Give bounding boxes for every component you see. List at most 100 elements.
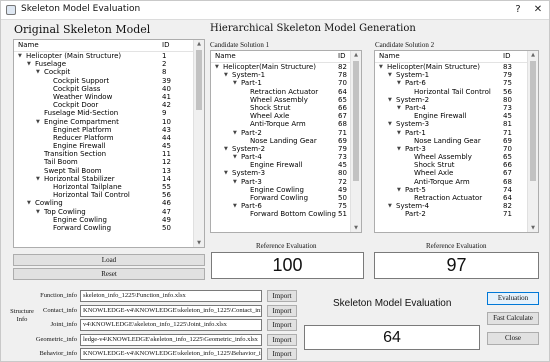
expand-chevron-icon[interactable]: ▼ (388, 202, 392, 210)
tree-row[interactable]: Shock Strut 66 (375, 161, 528, 169)
expand-chevron-icon[interactable]: ▼ (388, 96, 392, 104)
import-button[interactable]: Import (267, 290, 297, 302)
tree-row[interactable]: Wheel Axle 67 (211, 112, 351, 120)
tree-row[interactable]: Enginet Platform 43 (14, 126, 194, 134)
col-id-header[interactable]: ID (338, 52, 345, 60)
expand-chevron-icon[interactable]: ▼ (233, 202, 237, 210)
tree-row[interactable]: Cockpit Glass 40 (14, 85, 194, 93)
scroll-up-icon[interactable]: ▲ (194, 41, 204, 47)
tree-row[interactable]: Engine Firewall 45 (211, 161, 351, 169)
tree-row[interactable]: ▼ Part-1 71 (375, 129, 528, 137)
tree-row[interactable]: ▼ System-2 79 (211, 145, 351, 153)
scroll-down-icon[interactable]: ▼ (194, 240, 204, 246)
tree-row[interactable]: Shock Strut 66 (211, 104, 351, 112)
expand-chevron-icon[interactable]: ▼ (27, 60, 31, 68)
tree-row[interactable]: Engine Cowling 49 (211, 186, 351, 194)
tree-scrollbar[interactable]: ▲ ▼ (193, 40, 204, 247)
scroll-thumb[interactable] (196, 50, 202, 110)
tree-row[interactable]: ▼ Top Cowling 47 (14, 208, 194, 216)
tree-row[interactable]: Reducer Platform 44 (14, 134, 194, 142)
scroll-up-icon[interactable]: ▲ (528, 52, 538, 58)
tree-row[interactable]: ▼ Part-6 75 (375, 79, 528, 87)
candidate2-tree[interactable]: Name ID ▼ Helicopter(Main Structure) 83 ▼ Sy… (374, 50, 539, 233)
tree-row[interactable]: ▼ Horizontal Stabilizer 14 (14, 175, 194, 183)
info-path-field[interactable]: skeleton_info_1225\Function_info.xlsx (80, 290, 262, 302)
tree-row[interactable]: Anti-Torque Arm 68 (211, 120, 351, 128)
original-skeleton-tree[interactable]: Name ID ▼ Helicopter (Main Structure) 1 ▼ Fu… (13, 39, 205, 248)
tree-row[interactable]: ▼ System-3 81 (375, 120, 528, 128)
expand-chevron-icon[interactable]: ▼ (224, 145, 228, 153)
tree-row[interactable]: ▼ System-4 82 (375, 202, 528, 210)
tree-row[interactable]: ▼ System-2 80 (375, 96, 528, 104)
expand-chevron-icon[interactable]: ▼ (233, 153, 237, 161)
tree-row[interactable]: ▼ Helicopter(Main Structure) 82 (211, 63, 351, 71)
expand-chevron-icon[interactable]: ▼ (388, 71, 392, 79)
expand-chevron-icon[interactable]: ▼ (379, 63, 383, 71)
tree-row[interactable]: Wheel Assembly 65 (211, 96, 351, 104)
tree-row[interactable]: Weather Window 41 (14, 93, 194, 101)
evaluation-button[interactable]: Evaluation (487, 292, 539, 305)
expand-chevron-icon[interactable]: ▼ (18, 52, 22, 60)
tree-row[interactable]: Horizontal Tail Control 56 (14, 191, 194, 199)
expand-chevron-icon[interactable]: ▼ (388, 120, 392, 128)
reset-button[interactable]: Reset (13, 268, 205, 280)
tree-row[interactable]: ▼ Part-4 73 (211, 153, 351, 161)
scroll-down-icon[interactable]: ▼ (351, 225, 361, 231)
tree-scrollbar[interactable]: ▲ ▼ (527, 51, 538, 232)
expand-chevron-icon[interactable]: ▼ (36, 208, 40, 216)
expand-chevron-icon[interactable]: ▼ (397, 104, 401, 112)
tree-row[interactable]: Cockpit Door 42 (14, 101, 194, 109)
col-id-header[interactable]: ID (503, 52, 510, 60)
tree-scrollbar[interactable]: ▲ ▼ (350, 51, 361, 232)
help-icon[interactable]: ? (511, 3, 525, 17)
import-button[interactable]: Import (267, 319, 297, 331)
tree-row[interactable]: ▼ Cockpit 8 (14, 68, 194, 76)
tree-row[interactable]: Nose Landing Gear 69 (211, 137, 351, 145)
import-button[interactable]: Import (267, 348, 297, 360)
tree-row[interactable]: Transition Section 11 (14, 150, 194, 158)
tree-row[interactable]: ▼ Fuselage 2 (14, 60, 194, 68)
tree-row[interactable]: Tail Boom 12 (14, 158, 194, 166)
tree-row[interactable]: ▼ Part-6 75 (211, 202, 351, 210)
tree-row[interactable]: ▼ System-1 79 (375, 71, 528, 79)
scroll-thumb[interactable] (353, 61, 359, 181)
scroll-thumb[interactable] (530, 61, 536, 181)
info-path-field[interactable]: v4\KNOWLEDGE\skeleton_info_1225\Joint_in… (80, 319, 262, 331)
candidate1-tree[interactable]: Name ID ▼ Helicopter(Main Structure) 82 ▼ Sy… (210, 50, 362, 233)
info-path-field[interactable]: KNOWLEDGE-v4\KNOWLEDGE\skeleton_info_122… (80, 305, 262, 317)
tree-row[interactable]: Engine Firewall 45 (375, 112, 528, 120)
tree-row[interactable]: Forward Cowling 50 (211, 194, 351, 202)
expand-chevron-icon[interactable]: ▼ (36, 68, 40, 76)
info-path-field[interactable]: ledge-v4\KNOWLEDGE\skeleton_info_1225\Ge… (80, 334, 262, 346)
tree-row[interactable]: Fuselage Mid-Section 9 (14, 109, 194, 117)
expand-chevron-icon[interactable]: ▼ (233, 178, 237, 186)
fast-calculate-button[interactable]: Fast Calculate (487, 312, 539, 325)
tree-row[interactable]: Cockpit Support 39 (14, 77, 194, 85)
expand-chevron-icon[interactable]: ▼ (36, 118, 40, 126)
tree-row[interactable]: ▼ Part-4 73 (375, 104, 528, 112)
tree-row[interactable]: Swept Tail Boom 13 (14, 167, 194, 175)
tree-row[interactable]: Nose Landing Gear 69 (375, 137, 528, 145)
tree-row[interactable]: Wheel Assembly 65 (375, 153, 528, 161)
tree-row[interactable]: ▼ Part-1 70 (211, 79, 351, 87)
expand-chevron-icon[interactable]: ▼ (397, 186, 401, 194)
import-button[interactable]: Import (267, 305, 297, 317)
col-name-header[interactable]: Name (379, 52, 400, 60)
tree-row[interactable]: Retraction Actuator 64 (211, 88, 351, 96)
col-name-header[interactable]: Name (215, 52, 236, 60)
expand-chevron-icon[interactable]: ▼ (224, 169, 228, 177)
expand-chevron-icon[interactable]: ▼ (36, 175, 40, 183)
tree-row[interactable]: Retraction Actuator 64 (375, 194, 528, 202)
tree-row[interactable]: Part-2 71 (375, 210, 528, 218)
expand-chevron-icon[interactable]: ▼ (397, 145, 401, 153)
tree-row[interactable]: ▼ Part-5 74 (375, 186, 528, 194)
expand-chevron-icon[interactable]: ▼ (397, 129, 401, 137)
tree-row[interactable]: ▼ Helicopter (Main Structure) 1 (14, 52, 194, 60)
col-name-header[interactable]: Name (18, 41, 39, 49)
info-path-field[interactable]: KNOWLEDGE-v4\KNOWLEDGE\skeleton_info_122… (80, 348, 262, 360)
expand-chevron-icon[interactable]: ▼ (397, 79, 401, 87)
tree-row[interactable]: Forward Cowling 50 (14, 224, 194, 232)
tree-row[interactable]: ▼ Engine Compartment 10 (14, 118, 194, 126)
tree-row[interactable]: Engine Cowling 49 (14, 216, 194, 224)
expand-chevron-icon[interactable]: ▼ (233, 129, 237, 137)
